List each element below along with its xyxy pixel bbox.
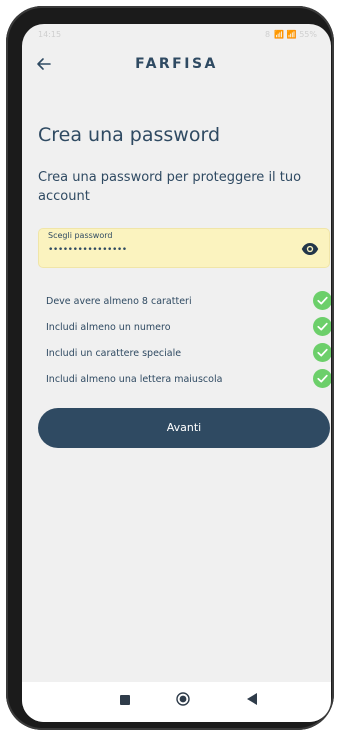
phone-frame: 14:15 8 📶 📶 55% FARFISA Crea una passwor… [6,6,334,730]
requirement-item: Includi almeno un numero [46,317,331,343]
requirement-text: Includi almeno una lettera maiuscola [46,374,223,385]
check-circle-icon [313,317,331,336]
requirements-list: Deve avere almeno 8 caratteri Includi al… [46,291,331,395]
requirement-text: Includi almeno un numero [46,322,171,333]
nav-back-icon[interactable] [246,692,258,706]
eye-icon[interactable] [301,240,319,258]
page-title: Crea una password [38,124,221,146]
brand-logo: FARFISA [135,56,218,72]
password-input[interactable]: •••••••••••••••• [48,245,127,255]
check-circle-icon [313,369,331,388]
requirement-item: Includi almeno una lettera maiuscola [46,369,331,395]
password-field-label: Scegli password [48,231,113,240]
status-bar: 14:15 8 📶 📶 55% [22,24,331,44]
recents-icon[interactable] [120,695,130,705]
top-bar: FARFISA [22,50,331,80]
requirement-text: Includi un carattere speciale [46,348,182,359]
requirement-item: Includi un carattere speciale [46,343,331,369]
system-nav-bar [22,682,331,722]
screen: 14:15 8 📶 📶 55% FARFISA Crea una passwor… [22,24,331,722]
check-circle-icon [313,343,331,362]
password-field[interactable]: Scegli password •••••••••••••••• [38,228,330,268]
status-indicators: 8 📶 📶 55% [264,30,317,39]
page-subtitle: Crea una password per proteggere il tuo … [38,170,302,204]
requirement-text: Deve avere almeno 8 caratteri [46,296,192,307]
next-button[interactable]: Avanti [38,408,330,448]
home-icon[interactable] [176,692,190,706]
requirement-item: Deve avere almeno 8 caratteri [46,291,331,317]
status-time: 14:15 [38,30,62,39]
check-circle-icon [313,291,331,310]
